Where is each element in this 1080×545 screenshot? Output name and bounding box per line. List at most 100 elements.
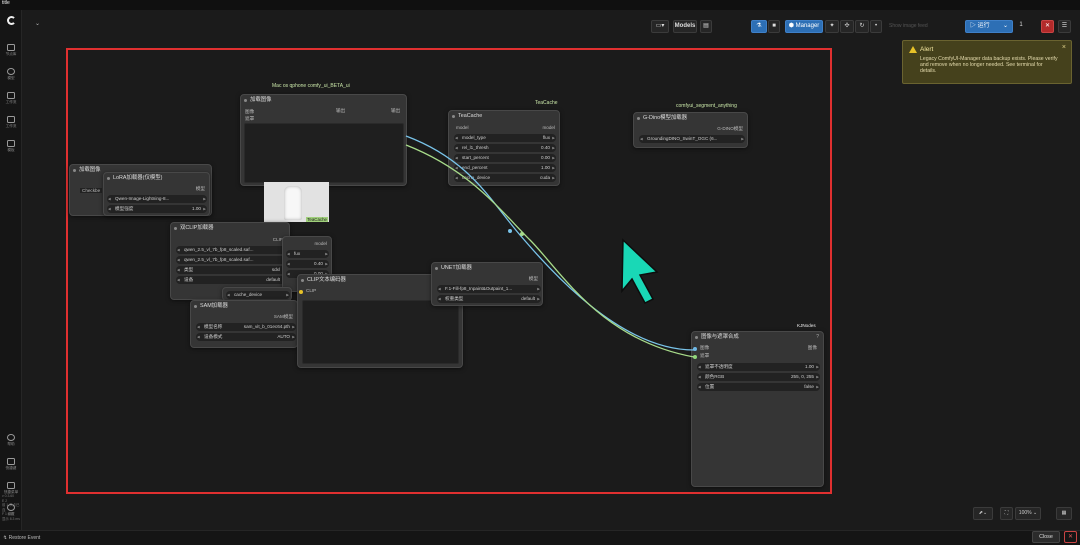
node-library-icon	[7, 44, 15, 51]
clip-type-widget[interactable]: 类型sdxl	[176, 266, 286, 274]
queue-panel-button[interactable]: ☰	[1058, 20, 1071, 33]
node-teacache[interactable]: TeaCache model model model_typeflux rel_…	[448, 110, 560, 186]
sam-model-widget[interactable]: 模型名称sam_vit_b_01ec64.pth	[196, 323, 296, 331]
fit-view-button[interactable]: ⛶	[1000, 507, 1013, 520]
teacache-end-widget[interactable]: end_percent1.00	[454, 164, 556, 172]
input-mask-socket[interactable]	[693, 355, 697, 359]
input-mask: 遮罩	[700, 353, 710, 358]
models-button[interactable]: Models	[673, 20, 697, 33]
sidebar-item-templates[interactable]: 模板	[0, 140, 22, 152]
output-label: 输出	[336, 108, 346, 113]
minimap-icon: ▦	[1061, 510, 1067, 516]
run-button[interactable]: ▷ 运行 ⌄	[965, 20, 1013, 33]
input-image-socket[interactable]	[693, 347, 697, 351]
output-label: model	[314, 241, 327, 246]
node-sam-loader[interactable]: SAM加载器 SAM模型 模型名称sam_vit_b_01ec64.pth 设备…	[190, 300, 298, 348]
opacity-widget[interactable]: 遮罩不透明度1.00	[697, 363, 820, 371]
zoom-control[interactable]: 100% ⌄	[1015, 507, 1041, 520]
sidebar-item-shortcuts[interactable]: 快捷键	[0, 458, 22, 470]
cache-device-widget[interactable]: cache_device	[226, 291, 290, 299]
cursor-icon: ⬈⌄	[978, 510, 988, 516]
output-model: 模型	[195, 186, 205, 191]
close-button[interactable]: Close	[1032, 531, 1060, 543]
layout-button[interactable]: ▤	[700, 20, 712, 33]
prompt-textarea[interactable]	[302, 300, 459, 364]
queue-toggle-button[interactable]: ⚗	[751, 20, 767, 33]
chevron-down-icon: ⌄	[1002, 23, 1008, 29]
sidebar-item-help[interactable]: 帮助	[0, 434, 22, 446]
toolbar-puzzle-button[interactable]: ✣	[840, 20, 854, 33]
workflow-menu-chevron-icon[interactable]: ⌄	[35, 20, 40, 27]
input-clip-socket[interactable]	[299, 290, 303, 294]
sidebar-item-label: 帮助	[7, 442, 15, 446]
stop-button[interactable]: ■	[768, 20, 780, 33]
node-title: 双CLIP加载器	[171, 223, 289, 233]
workflow-tree-icon	[7, 116, 15, 123]
node-image-mask-composite[interactable]: 图像与遮罩合成 ? 图像 遮罩 图像 遮罩不透明度1.00 颜色RGB255, …	[691, 331, 824, 487]
status-text[interactable]: ↯ Restore Event	[3, 535, 40, 541]
stop-icon: ■	[772, 23, 776, 29]
preview-tag: TeaCache	[306, 217, 328, 222]
clip-name-1-widget[interactable]: qwen_2.5_vl_7b_fp8_scaled.saf...	[176, 246, 286, 254]
minimap-button[interactable]: ▦	[1056, 507, 1072, 520]
sam-device-widget[interactable]: 设备模式AUTO	[196, 333, 296, 341]
toolbar-more-button[interactable]: •	[870, 20, 882, 33]
lora-strength-widget[interactable]: 模型强度1.00	[107, 205, 207, 213]
sidebar-item-settings[interactable]: 设置	[0, 504, 22, 516]
group-title-segment: comfyui_segment_anything	[676, 103, 737, 109]
gdino-model-widget[interactable]: GroundingDINO_SwinT_OGC (6...	[639, 135, 745, 143]
color-widget[interactable]: 颜色RGB255, 0, 255	[697, 373, 820, 381]
alert-close-icon[interactable]: ×	[1062, 44, 1066, 51]
group-title-kjnodes: KJNodes	[797, 323, 816, 328]
node-cache-device[interactable]: cache_device	[222, 287, 292, 301]
sidebar-item-label: 工作流	[5, 124, 17, 128]
node-load-image[interactable]: 加载图像 图像 遮罩 输出 输出	[240, 94, 407, 186]
sidebar-item-label: 节点库	[5, 52, 17, 56]
sidebar-item-node-library[interactable]: 节点库	[0, 44, 22, 56]
queue-count[interactable]: 1	[1015, 20, 1027, 33]
sidebar: 节点库 模型 工作流 工作流 模板 帮助 快捷键 快捷菜单 v 0.3.60 E…	[0, 10, 22, 530]
lora-name-widget[interactable]: Qwen-Image-Lightning-8...	[107, 195, 207, 203]
sidebar-item-models[interactable]: 模型	[0, 68, 22, 80]
output-image: 图像	[807, 345, 817, 350]
manager-label: Manager	[795, 23, 820, 29]
input-checkbox[interactable]: Checkbe	[80, 188, 103, 193]
sidebar-item-keyboard[interactable]: 快捷菜单	[0, 482, 22, 494]
cancel-run-button[interactable]: ✕	[1041, 20, 1054, 33]
image-feed-toggle[interactable]: Show image feed	[887, 20, 957, 33]
clip-device-widget[interactable]: 设备default	[176, 276, 286, 284]
teacache-thresh-widget[interactable]: rel_l1_thresh0.40	[454, 144, 556, 152]
node-gdino-loader[interactable]: G-Dino模型加载器 G-DINO模型 GroundingDINO_SwinT…	[633, 112, 748, 148]
node-lora-model-only[interactable]: LoRA加载器(仅模型) 模型 Qwen-Image-Lightning-8..…	[103, 172, 210, 216]
unet-dtype-widget[interactable]: 权重类型default	[437, 295, 541, 303]
close-icon: ✕	[1044, 23, 1051, 29]
unet-model-widget[interactable]: F.1-Fill-fp8_Inpaint&Outpaint_1...	[437, 285, 541, 293]
toolbar-refresh-button[interactable]: ↻	[855, 20, 869, 33]
alert-message: Legacy ComfyUI-Manager data backup exist…	[920, 56, 1058, 75]
node-preview-area	[244, 123, 404, 183]
help-icon[interactable]: ?	[816, 334, 819, 340]
sidebar-item-workflow[interactable]: 工作流	[0, 92, 22, 104]
side-widget-2[interactable]: 0.40	[286, 260, 329, 268]
node-unet-loader[interactable]: UNET加载器 模型 F.1-Fill-fp8_Inpaint&Outpaint…	[431, 262, 543, 306]
folder-button[interactable]: ▭▾	[651, 20, 669, 33]
position-widget[interactable]: 位置false	[697, 383, 820, 391]
clip-name-2-widget[interactable]: qwen_2.5_vl_7b_fp8_scaled.saf...	[176, 256, 286, 264]
manager-button[interactable]: ⬢ Manager	[785, 20, 823, 33]
group-title-qwen: Mac os qphone comfy_ui_BETA_ui	[272, 83, 350, 89]
teacache-model-type-widget[interactable]: model_typeflux	[454, 134, 556, 142]
toolbar-star-button[interactable]: ✦	[825, 20, 839, 33]
comfy-logo-icon[interactable]	[4, 14, 18, 28]
person-figure	[284, 186, 302, 220]
teacache-device-widget[interactable]: cache_devicecuda	[454, 174, 556, 182]
close-icon[interactable]: ✕	[1064, 531, 1077, 543]
workflow-icon	[7, 92, 15, 99]
teacache-start-widget[interactable]: start_percent0.00	[454, 154, 556, 162]
layout-icon: ▤	[703, 23, 709, 29]
sidebar-item-label: 工作流	[5, 100, 17, 104]
side-widget-1[interactable]: fux	[286, 250, 329, 258]
alert-title: Alert	[920, 46, 934, 53]
select-mode-button[interactable]: ⬈⌄	[973, 507, 993, 520]
help-icon	[7, 434, 15, 441]
sidebar-item-workflow-tree[interactable]: 工作流	[0, 116, 22, 128]
